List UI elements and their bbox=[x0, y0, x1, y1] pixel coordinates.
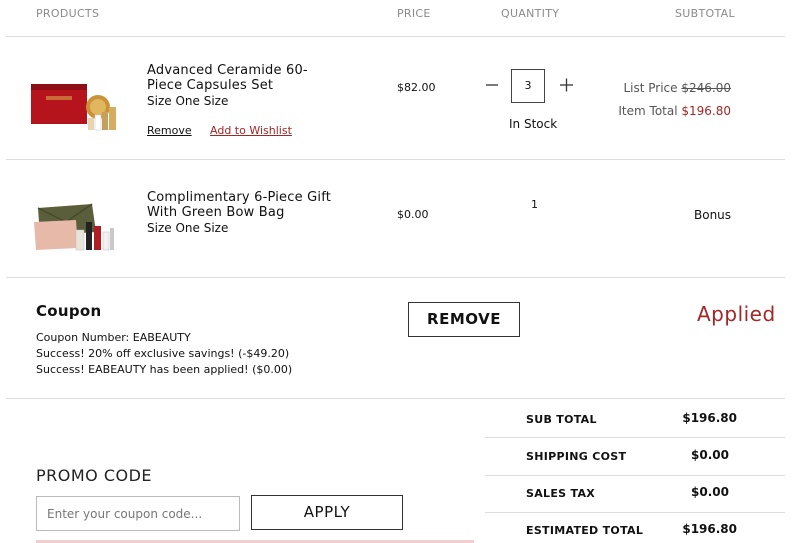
plus-icon[interactable] bbox=[560, 78, 573, 96]
summary-value-subtotal: $196.80 bbox=[682, 411, 737, 425]
coupon-number: Coupon Number: EABEAUTY bbox=[36, 331, 191, 344]
product-name-line2[interactable]: With Green Bow Bag bbox=[147, 205, 285, 220]
product-size: Size One Size bbox=[147, 94, 229, 108]
item-quantity: 1 bbox=[531, 198, 538, 211]
product-name-line2[interactable]: Piece Capsules Set bbox=[147, 78, 273, 93]
coupon-divider bbox=[6, 398, 785, 399]
summary-value-tax: $0.00 bbox=[691, 485, 729, 499]
header-price: PRICE bbox=[397, 7, 431, 20]
coupon-success-message: Success! 20% off exclusive savings! (-$4… bbox=[36, 347, 290, 360]
apply-promo-button[interactable]: APPLY bbox=[251, 495, 403, 530]
minus-icon[interactable] bbox=[486, 78, 498, 96]
product-image-gift-bag[interactable] bbox=[30, 196, 116, 254]
coupon-title: Coupon bbox=[36, 302, 102, 320]
quantity-input[interactable]: 3 bbox=[511, 69, 545, 103]
add-to-wishlist-link[interactable]: Add to Wishlist bbox=[210, 124, 292, 137]
product-name-line1[interactable]: Advanced Ceramide 60- bbox=[147, 63, 308, 78]
header-subtotal: SUBTOTAL bbox=[675, 7, 735, 20]
promo-code-title: PROMO CODE bbox=[36, 466, 153, 485]
coupon-success-message: Success! EABEAUTY has been applied! ($0.… bbox=[36, 363, 293, 376]
product-image-ceramide-set[interactable] bbox=[28, 74, 120, 132]
gift-bag-image bbox=[34, 203, 114, 251]
summary-label-shipping: SHIPPING COST bbox=[526, 450, 627, 463]
list-price-row: List Price $246.00 bbox=[600, 81, 731, 95]
item-total-row: Item Total $196.80 bbox=[600, 104, 731, 118]
remove-coupon-button[interactable]: REMOVE bbox=[408, 302, 520, 337]
item-total-value: $196.80 bbox=[681, 104, 731, 118]
header-products: PRODUCTS bbox=[36, 7, 100, 20]
header-quantity: QUANTITY bbox=[501, 7, 560, 20]
summary-divider bbox=[485, 437, 785, 438]
item-total-label: Item Total bbox=[618, 104, 678, 118]
header-divider bbox=[6, 36, 785, 37]
list-price-label: List Price bbox=[623, 81, 678, 95]
stock-status: In Stock bbox=[509, 117, 558, 131]
summary-label-tax: SALES TAX bbox=[526, 487, 596, 500]
summary-value-estimated-total: $196.80 bbox=[682, 522, 737, 536]
item-price: $0.00 bbox=[397, 208, 429, 221]
coupon-status: Applied bbox=[697, 302, 776, 326]
promo-code-input[interactable] bbox=[36, 496, 240, 531]
product-size: Size One Size bbox=[147, 221, 229, 235]
product-name-line1[interactable]: Complimentary 6-Piece Gift bbox=[147, 190, 331, 205]
summary-label-estimated-total: ESTIMATED TOTAL bbox=[526, 524, 644, 537]
item-divider bbox=[6, 159, 785, 160]
item-subtotal-bonus: Bonus bbox=[694, 208, 732, 222]
summary-label-subtotal: SUB TOTAL bbox=[526, 413, 597, 426]
summary-divider bbox=[485, 475, 785, 476]
item-price: $82.00 bbox=[397, 81, 436, 94]
summary-value-shipping: $0.00 bbox=[691, 448, 729, 462]
remove-item-link[interactable]: Remove bbox=[147, 124, 192, 137]
list-price-value: $246.00 bbox=[681, 81, 731, 95]
ceramide-set-image bbox=[31, 84, 116, 131]
summary-divider bbox=[485, 512, 785, 513]
item-divider bbox=[6, 277, 785, 278]
